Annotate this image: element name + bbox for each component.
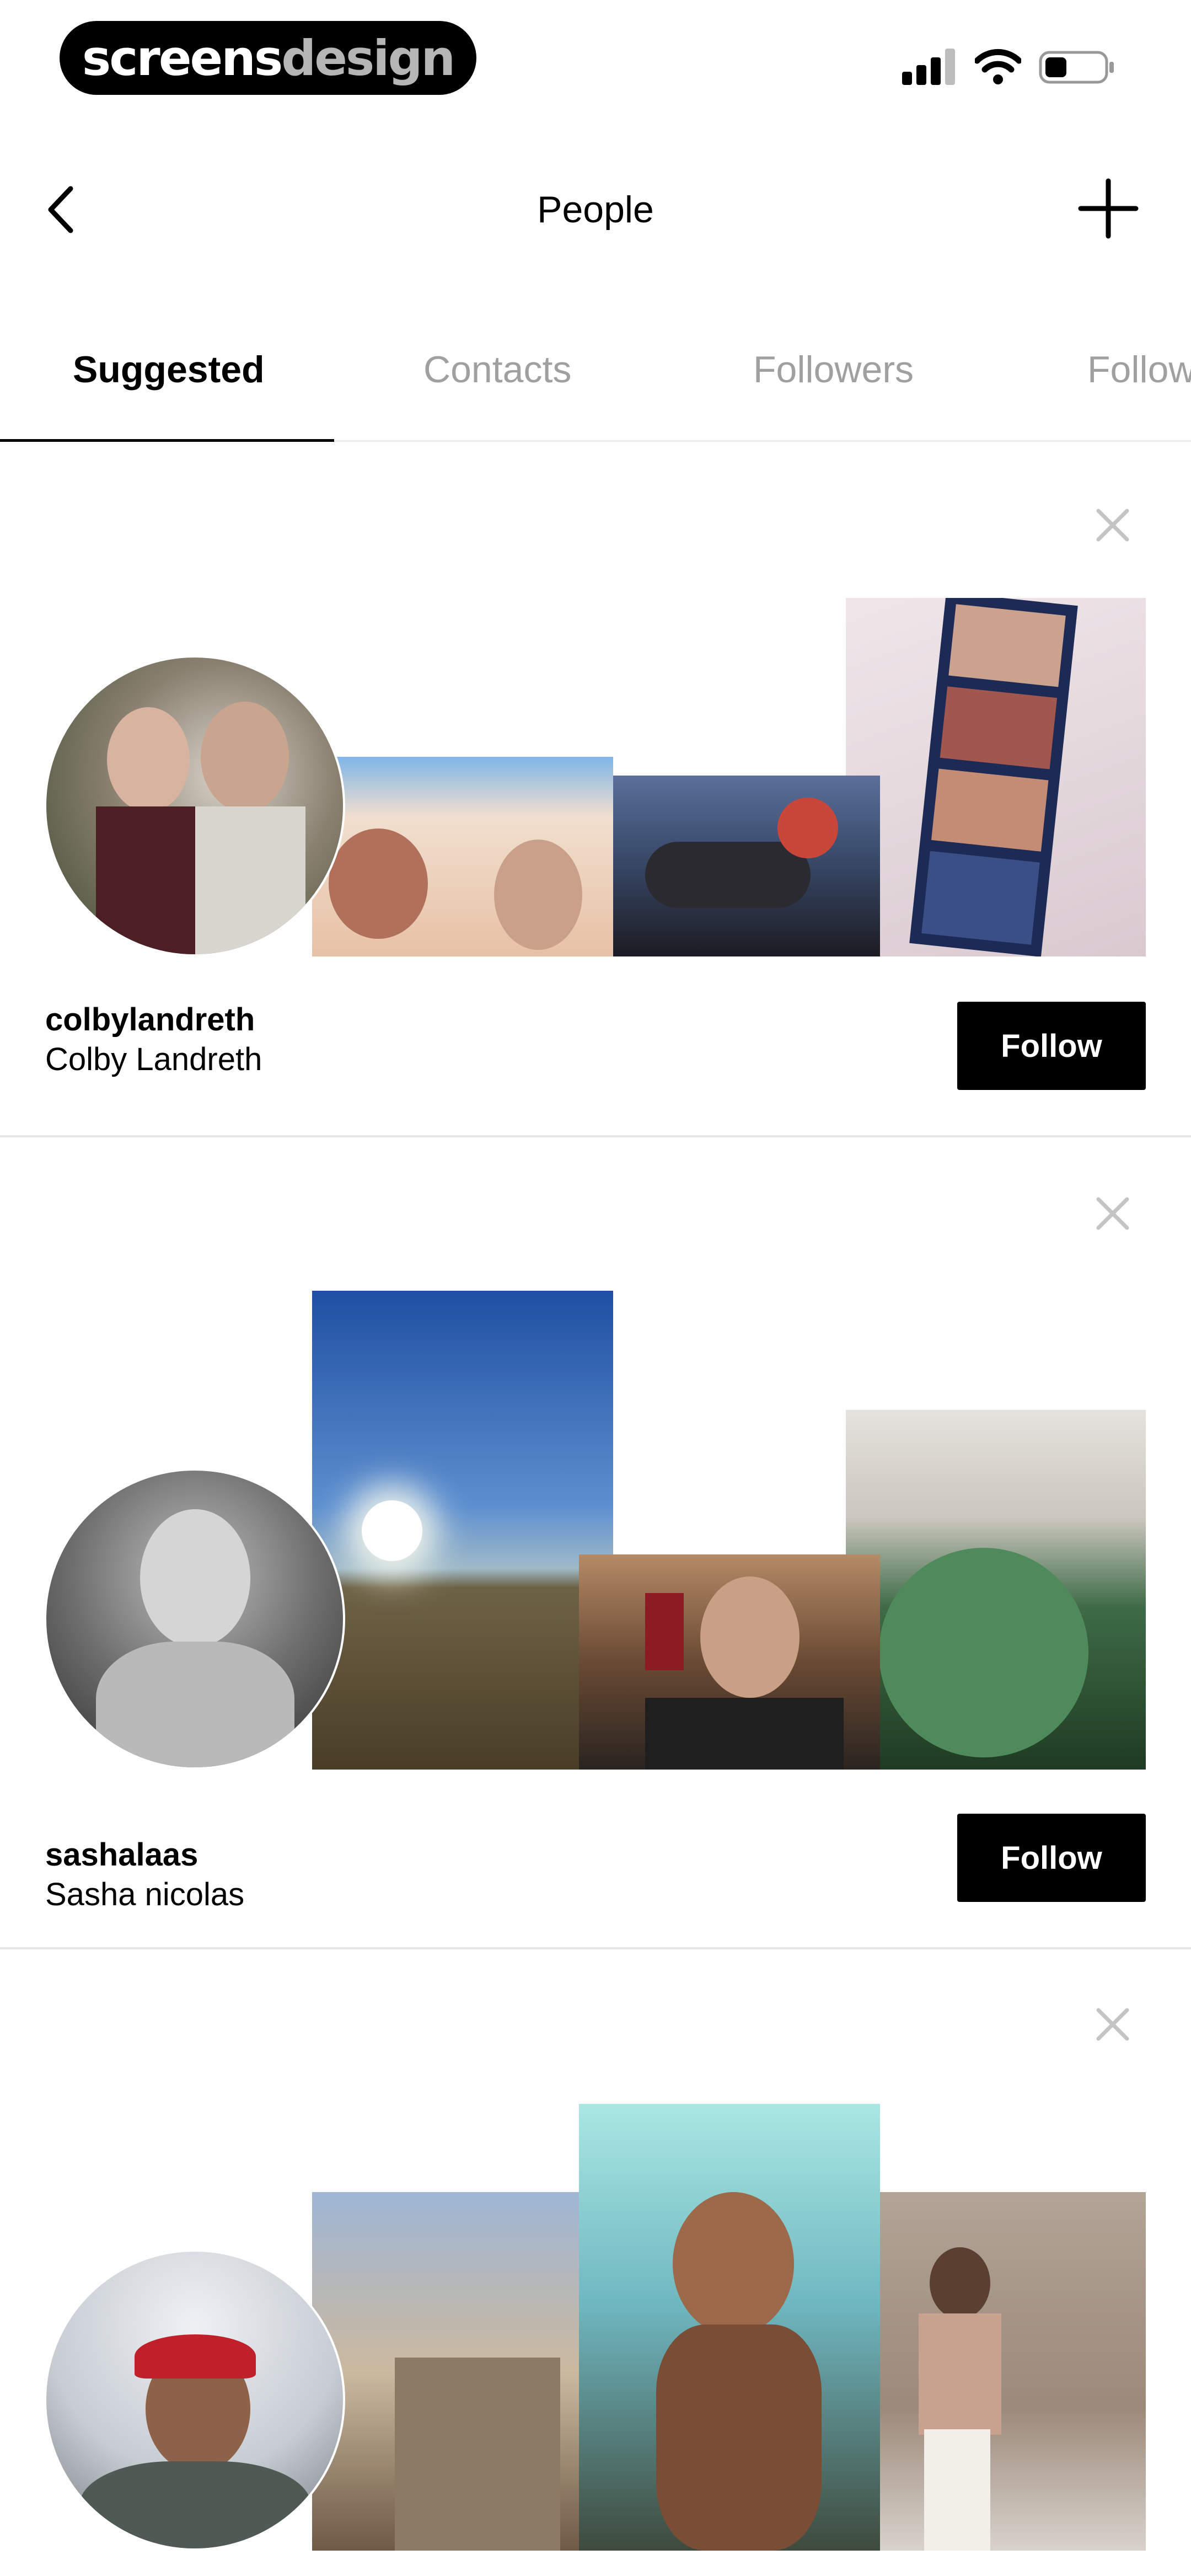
- tab-suggested[interactable]: Suggested: [73, 342, 265, 397]
- back-button[interactable]: [39, 177, 83, 243]
- photo-tile[interactable]: [579, 2104, 880, 2551]
- dismiss-suggestion-button[interactable]: [1091, 2002, 1135, 2046]
- photo-tile[interactable]: [846, 598, 1146, 956]
- logo-text-design: design: [281, 29, 455, 87]
- people-tabs: Suggested Contacts Followers Following: [0, 309, 1191, 441]
- dismiss-suggestion-button[interactable]: [1091, 1191, 1135, 1236]
- photo-tile[interactable]: [846, 1410, 1146, 1770]
- photo-tile[interactable]: [880, 2192, 1146, 2551]
- tab-followers[interactable]: Followers: [753, 342, 914, 397]
- suggestion-username[interactable]: sashalaas: [45, 1836, 198, 1874]
- avatar[interactable]: [44, 2249, 345, 2551]
- photo-tile[interactable]: [312, 1291, 613, 1770]
- battery-icon: [1039, 51, 1114, 84]
- suggestion-card-2: sashalaas Sasha nicolas Follow: [0, 1137, 1191, 1947]
- logo-text-screens: screens: [82, 29, 283, 87]
- tab-contacts[interactable]: Contacts: [423, 342, 571, 397]
- avatar[interactable]: [44, 655, 345, 956]
- photo-tile[interactable]: [312, 757, 613, 956]
- suggestion-full-name: Sasha nicolas: [45, 1877, 245, 1912]
- photo-strip: [909, 598, 1078, 956]
- wifi-icon: [975, 49, 1021, 84]
- follow-button[interactable]: Follow: [957, 1814, 1146, 1902]
- photo-tile[interactable]: [579, 776, 880, 956]
- suggestion-username[interactable]: colbylandreth: [45, 1001, 255, 1039]
- tab-following[interactable]: Following: [1087, 342, 1191, 397]
- plus-icon: [1078, 178, 1139, 239]
- dismiss-suggestion-button[interactable]: [1091, 503, 1135, 547]
- suggestion-card-1: colbylandreth Colby Landreth Follow: [0, 442, 1191, 1135]
- follow-button[interactable]: Follow: [957, 1002, 1146, 1090]
- add-person-button[interactable]: [1075, 175, 1141, 242]
- active-tab-indicator: [0, 439, 334, 442]
- suggestion-full-name: Colby Landreth: [45, 1041, 262, 1077]
- avatar[interactable]: [44, 1468, 345, 1770]
- chevron-left-icon: [48, 186, 73, 233]
- suggestion-card-3: [0, 1949, 1191, 2576]
- signal-icon: [902, 49, 955, 85]
- photo-tile[interactable]: [579, 1554, 880, 1770]
- page-title: People: [537, 189, 654, 231]
- screensdesign-logo: screens design: [60, 21, 476, 95]
- photo-tile[interactable]: [312, 2192, 580, 2551]
